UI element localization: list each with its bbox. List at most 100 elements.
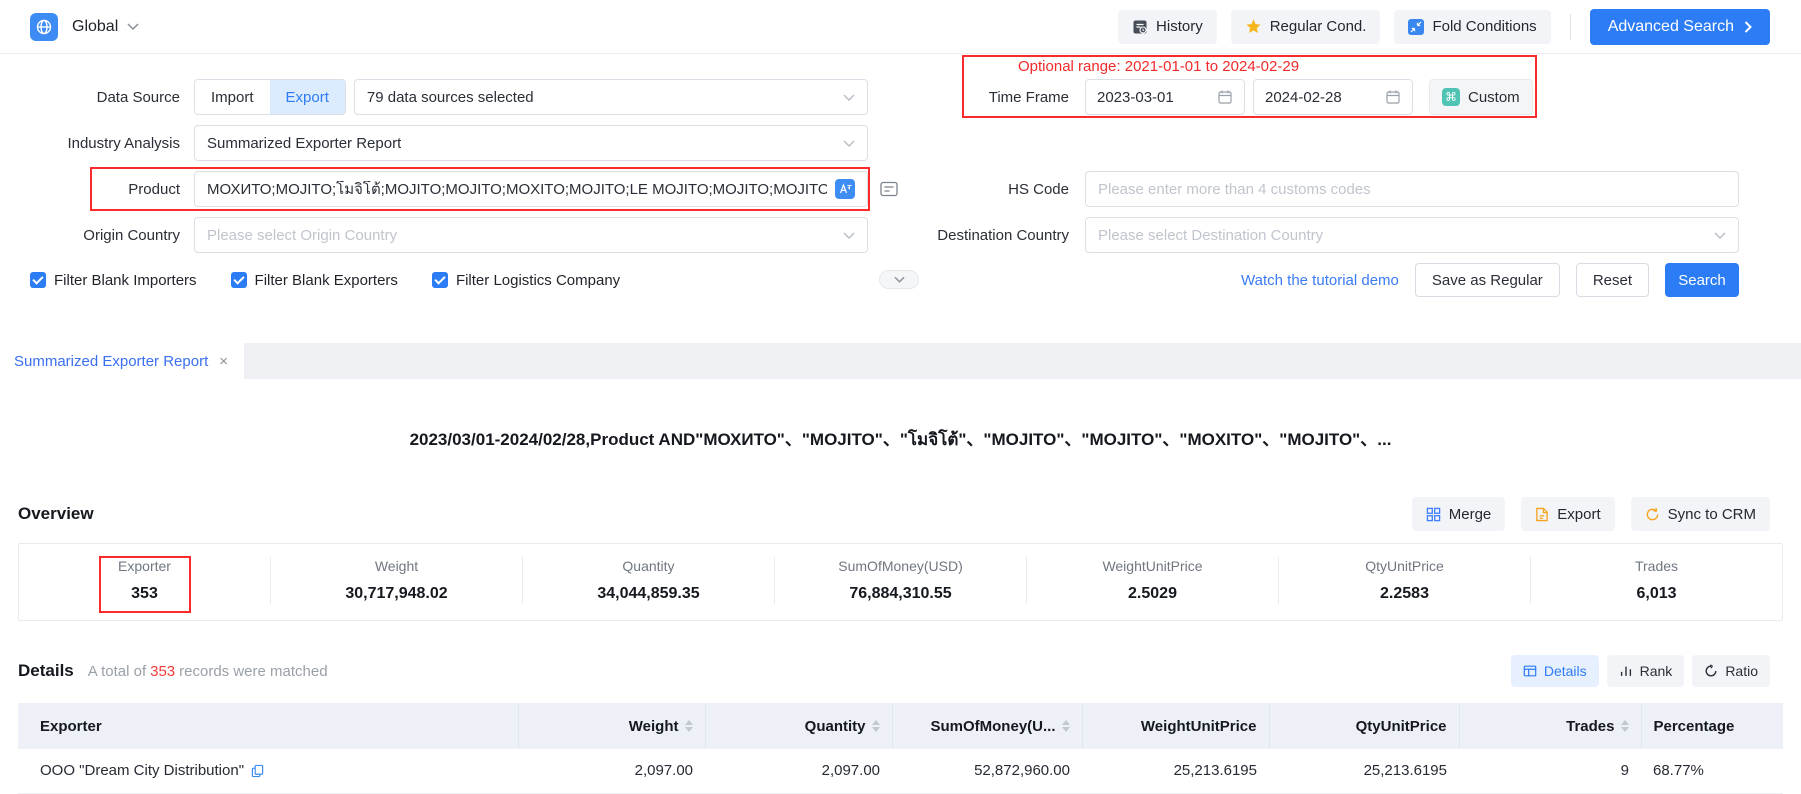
col-header-weight[interactable]: Weight (518, 703, 705, 749)
destination-country-label: Destination Country (899, 227, 1069, 244)
product-input-wrap (194, 171, 868, 207)
copy-icon[interactable] (251, 764, 264, 778)
sync-icon (1645, 507, 1660, 522)
spacer (0, 327, 1801, 343)
data-source-toggle: Import Export (194, 79, 346, 115)
cell-qty-unit-price: 25,213.6195 (1269, 749, 1459, 793)
product-input[interactable] (207, 181, 827, 198)
hs-code-label: HS Code (899, 181, 1069, 198)
start-date-input[interactable]: 2023-03-01 (1085, 79, 1245, 115)
industry-analysis-label: Industry Analysis (30, 135, 180, 152)
sort-icon[interactable] (1621, 720, 1629, 732)
advanced-search-button[interactable]: Advanced Search (1590, 9, 1770, 45)
table-view-icon (1523, 664, 1537, 678)
col-header-quantity[interactable]: Quantity (705, 703, 892, 749)
bar-chart-icon (1619, 664, 1633, 678)
hs-code-input-wrap (1085, 171, 1739, 207)
filter-blank-exporters-checkbox[interactable]: Filter Blank Exporters (231, 272, 398, 289)
reset-button[interactable]: Reset (1576, 263, 1649, 297)
checkbox-checked-icon (432, 272, 448, 288)
custom-range-button[interactable]: ⌘ Custom (1429, 79, 1533, 115)
optional-range-note: Optional range: 2021-01-01 to 2024-02-29 (1018, 57, 1299, 77)
chevron-down-icon (843, 94, 855, 101)
stat-quantity: Quantity 34,044,859.35 (522, 557, 774, 604)
calendar-icon (1385, 89, 1401, 105)
batch-input-icon[interactable] (879, 179, 899, 199)
time-frame-label: Time Frame (899, 89, 1069, 106)
topbar: Global History Regular Cond. Fold Condit… (0, 0, 1801, 54)
stat-exporter: Exporter 353 (19, 557, 270, 604)
col-header-qty-unit-price: QtyUnitPrice (1269, 703, 1459, 749)
filters-row: Filter Blank Importers Filter Blank Expo… (30, 269, 1770, 291)
stat-qty-unit-price: QtyUnitPrice 2.2583 (1278, 557, 1530, 604)
view-ratio-button[interactable]: Ratio (1692, 655, 1770, 687)
calendar-icon (1217, 89, 1233, 105)
exporter-name[interactable]: OOO "Dream City Distribution" (40, 762, 244, 779)
divider (1570, 14, 1571, 40)
history-icon (1132, 19, 1148, 35)
overview-title: Overview (18, 504, 94, 524)
checkbox-checked-icon (30, 272, 46, 288)
origin-country-select[interactable]: Please select Origin Country (194, 217, 868, 253)
col-header-sum-of-money[interactable]: SumOfMoney(U... (892, 703, 1082, 749)
translate-icon[interactable] (835, 179, 855, 199)
sync-to-crm-button[interactable]: Sync to CRM (1631, 497, 1770, 531)
filter-blank-importers-checkbox[interactable]: Filter Blank Importers (30, 272, 197, 289)
sort-icon[interactable] (1062, 720, 1070, 732)
col-header-trades[interactable]: Trades (1459, 703, 1641, 749)
import-toggle[interactable]: Import (195, 80, 270, 114)
view-details-button[interactable]: Details (1511, 655, 1599, 687)
chevron-down-icon (843, 232, 855, 239)
merge-icon (1426, 507, 1441, 522)
stat-weight: Weight 30,717,948.02 (270, 557, 522, 604)
merge-button[interactable]: Merge (1412, 497, 1506, 531)
cell-quantity: 2,097.00 (705, 749, 892, 793)
stat-weight-unit-price: WeightUnitPrice 2.5029 (1026, 557, 1278, 604)
chevron-down-icon (1714, 232, 1726, 239)
details-table: Exporter Weight Quantity SumOfMoney(U...… (18, 703, 1783, 794)
hs-code-input[interactable] (1098, 181, 1726, 198)
data-source-select[interactable]: 79 data sources selected (354, 79, 868, 115)
close-icon[interactable]: × (219, 354, 228, 369)
filter-logistics-company-checkbox[interactable]: Filter Logistics Company (432, 272, 620, 289)
cell-percentage: 68.77% (1641, 749, 1783, 793)
cell-sum-of-money: 52,872,960.00 (892, 749, 1082, 793)
destination-country-select[interactable]: Please select Destination Country (1085, 217, 1739, 253)
stat-trades: Trades 6,013 (1530, 557, 1782, 604)
product-label: Product (30, 181, 180, 198)
search-button[interactable]: Search (1665, 263, 1739, 297)
col-header-percentage: Percentage (1641, 703, 1783, 749)
export-toggle[interactable]: Export (270, 80, 345, 114)
tab-summarized-exporter-report[interactable]: Summarized Exporter Report × (0, 343, 244, 379)
col-header-exporter: Exporter (18, 703, 518, 749)
command-icon: ⌘ (1442, 88, 1460, 106)
cell-weight-unit-price: 25,213.6195 (1082, 749, 1269, 793)
app-logo-icon[interactable] (30, 13, 58, 41)
results-area: 2023/03/01-2024/02/28,Product AND"МОХИТО… (0, 425, 1801, 794)
end-date-input[interactable]: 2024-02-28 (1253, 79, 1413, 115)
fold-conditions-button[interactable]: Fold Conditions (1394, 10, 1550, 44)
view-rank-button[interactable]: Rank (1607, 655, 1685, 687)
cell-weight: 2,097.00 (518, 749, 705, 793)
save-as-regular-button[interactable]: Save as Regular (1415, 263, 1560, 297)
history-button[interactable]: History (1118, 10, 1217, 44)
records-matched-text: A total of353records were matched (88, 663, 328, 680)
export-button[interactable]: Export (1521, 497, 1614, 531)
tutorial-demo-link[interactable]: Watch the tutorial demo (1241, 272, 1399, 289)
industry-analysis-select[interactable]: Summarized Exporter Report (194, 125, 868, 161)
collapse-conditions-toggle[interactable] (879, 270, 919, 289)
stat-sum-of-money: SumOfMoney(USD) 76,884,310.55 (774, 557, 1026, 604)
overview-stats-card: Exporter 353 Weight 30,717,948.02 Quanti… (18, 543, 1783, 621)
sort-icon[interactable] (685, 720, 693, 732)
region-selector-label[interactable]: Global (72, 18, 118, 36)
topbar-actions: History Regular Cond. Fold Conditions Ad… (1118, 9, 1770, 45)
sort-icon[interactable] (872, 720, 880, 732)
table-row: OOO "Dream City Distribution" 2,097.00 2… (18, 749, 1783, 793)
chevron-right-icon (1744, 21, 1752, 33)
fold-icon (1408, 19, 1424, 35)
regular-cond-button[interactable]: Regular Cond. (1231, 10, 1381, 44)
export-file-icon (1535, 507, 1549, 522)
chevron-down-icon[interactable] (127, 23, 139, 30)
origin-country-label: Origin Country (30, 227, 180, 244)
details-title: Details (18, 661, 74, 681)
